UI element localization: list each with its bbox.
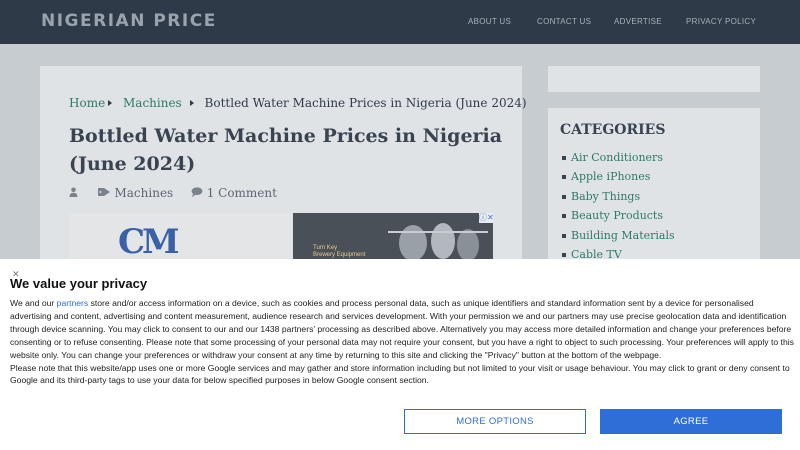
post-meta: Machines 1 Comment	[69, 185, 277, 200]
ad-choices-icon[interactable]: ⓘ✕	[479, 213, 493, 223]
chevron-right-icon	[189, 100, 194, 106]
nav-advertise[interactable]: ADVERTISE	[614, 17, 662, 26]
category-item-baby-things[interactable]: Baby Things	[562, 187, 675, 206]
category-item-air-conditioners[interactable]: Air Conditioners	[562, 148, 675, 167]
consent-paragraph-2: Please note that this website/app uses o…	[10, 362, 790, 386]
agree-button[interactable]: AGREE	[600, 409, 782, 434]
brand-logo-image: CM	[118, 222, 180, 262]
site-logo[interactable]: NIGERIAN PRICE	[41, 11, 217, 31]
consent-paragraph-1: We and our partners store and/or access …	[10, 298, 794, 360]
nav-about-us[interactable]: ABOUT US	[468, 17, 511, 26]
category-item-beauty-products[interactable]: Beauty Products	[562, 206, 675, 225]
post-category-link[interactable]: Machines	[114, 186, 173, 200]
nav-privacy-policy[interactable]: PRIVACY POLICY	[686, 17, 756, 26]
category-item-apple-iphones[interactable]: Apple iPhones	[562, 167, 675, 186]
sidebar-search-box[interactable]	[548, 66, 760, 92]
consent-title: We value your privacy	[10, 276, 148, 291]
breadcrumb-current: Bottled Water Machine Prices in Nigeria …	[204, 96, 527, 110]
category-list: Air Conditioners Apple iPhones Baby Thin…	[562, 148, 675, 264]
comment-icon	[191, 186, 203, 200]
sidebar-heading: CATEGORIES	[560, 122, 666, 138]
ad-text: Turn Key Brewery Equipment	[313, 245, 366, 258]
nav-contact-us[interactable]: CONTACT US	[537, 17, 591, 26]
chevron-right-icon	[108, 100, 113, 106]
ad-banner[interactable]: Turn Key Brewery Equipment ⓘ✕	[293, 213, 493, 263]
breadcrumb: Home Machines Bottled Water Machine Pric…	[69, 96, 527, 110]
more-options-button[interactable]: MORE OPTIONS	[404, 409, 586, 434]
breadcrumb-category[interactable]: Machines	[123, 96, 182, 110]
breadcrumb-home[interactable]: Home	[69, 96, 105, 110]
category-item-building-materials[interactable]: Building Materials	[562, 226, 675, 245]
consent-text: We and our partners store and/or access …	[10, 297, 795, 387]
comments-link[interactable]: 1 Comment	[207, 186, 277, 200]
author-icon	[69, 186, 78, 200]
partners-link[interactable]: partners	[57, 298, 89, 308]
page-title: Bottled Water Machine Prices in Nigeria …	[69, 125, 503, 175]
tag-icon	[97, 186, 111, 200]
featured-image	[69, 213, 291, 263]
